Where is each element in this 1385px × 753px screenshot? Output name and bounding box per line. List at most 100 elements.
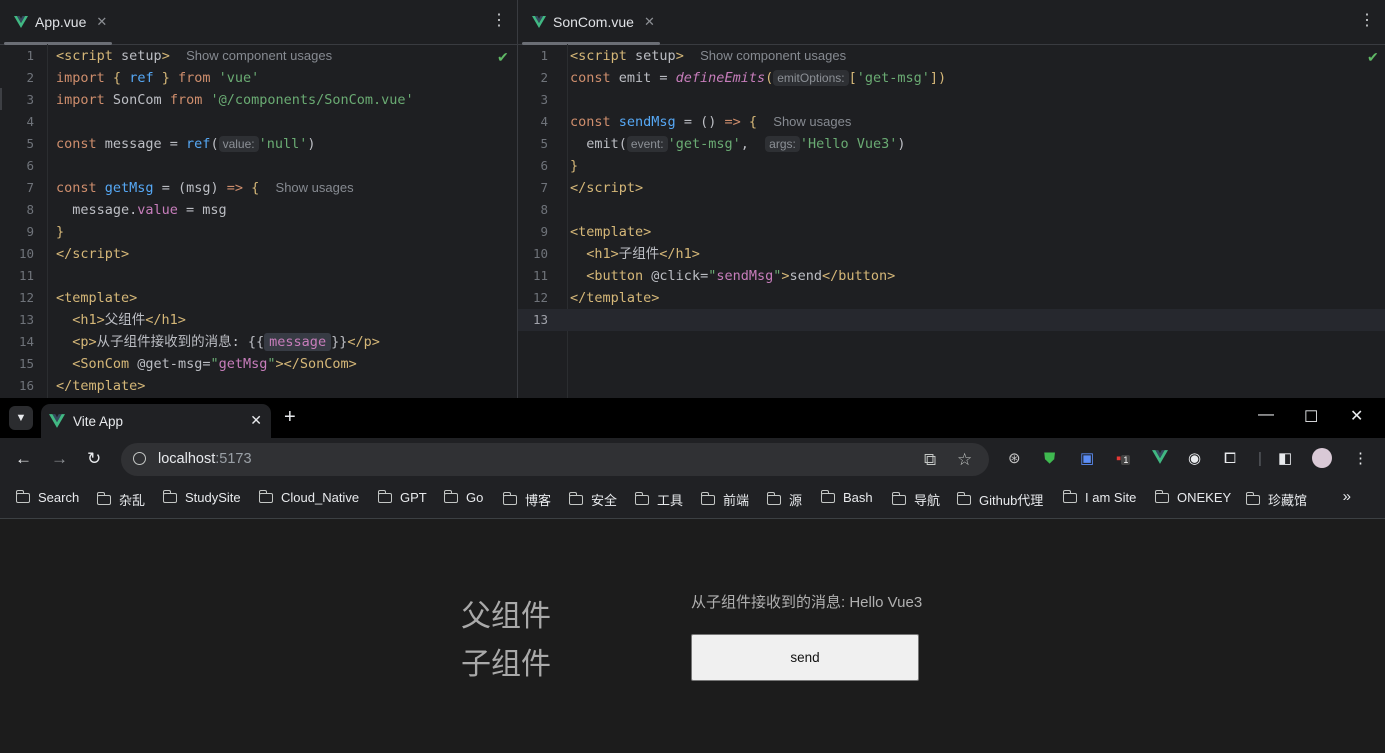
code-line: 2 import { ref } from 'vue' xyxy=(26,70,260,86)
tab-soncom-vue[interactable]: SonCom.vue ✕ xyxy=(522,0,665,43)
parent-heading: 父组件 xyxy=(461,599,551,634)
code-line: 5 const message = ref(value:'null') xyxy=(26,136,316,152)
code-line: 2 const emit = defineEmits(emitOptions: ['… xyxy=(540,70,947,86)
ide-window: App.vue ✕ ⋮ ✔ 1 <script setup> Show compo… xyxy=(0,0,1385,398)
vue-icon xyxy=(532,15,546,28)
new-tab-icon[interactable]: + xyxy=(284,406,296,428)
bookmark-folder[interactable]: 导航 xyxy=(891,490,940,509)
editor-tabbar-right: SonCom.vue ✕ ⋮ xyxy=(518,0,1385,45)
code-line: 14 <p>从子组件接收到的消息: {{message}}</p> xyxy=(18,333,380,351)
tab-title: Vite App xyxy=(73,413,124,429)
tab-app-vue[interactable]: App.vue ✕ xyxy=(4,0,117,43)
folder-icon xyxy=(502,491,517,505)
side-panel-icon[interactable]: ◧ xyxy=(1278,450,1292,468)
send-button[interactable]: send xyxy=(691,634,919,681)
code-vision-hint[interactable]: Show usages xyxy=(276,180,354,195)
code-line: 6 xyxy=(26,158,34,173)
bitwarden-extension-icon[interactable]: ▣ xyxy=(1080,450,1094,468)
back-arrow-icon[interactable]: ← xyxy=(15,450,32,468)
code-line: 15 <SonCom @get-msg="getMsg"></SonCom> xyxy=(18,356,357,372)
folder-icon xyxy=(1062,489,1077,503)
notification-extension-icon[interactable]: ▪ 1 xyxy=(1116,450,1131,469)
parameter-inlay: emitOptions: xyxy=(773,70,849,86)
bookmark-folder[interactable]: 工具 xyxy=(634,490,683,509)
bookmark-folder[interactable]: GPT xyxy=(377,489,427,505)
profile-avatar[interactable] xyxy=(1312,448,1332,468)
minimize-icon[interactable]: — xyxy=(1258,406,1274,424)
address-bar[interactable]: localhost:5173 ⧉ ☆ xyxy=(121,443,989,476)
code-line: 11 <button @click="sendMsg">send</button… xyxy=(532,268,896,284)
translate-icon[interactable]: ⧉ xyxy=(924,450,936,470)
maximize-icon[interactable]: ☐ xyxy=(1304,407,1318,427)
folder-icon xyxy=(258,489,273,503)
editor-tabbar-left: App.vue ✕ ⋮ xyxy=(0,0,517,45)
vue-devtools-icon[interactable] xyxy=(1152,450,1168,469)
site-info-icon[interactable] xyxy=(133,452,146,465)
browser-tab-vite-app[interactable]: Vite App ✕ xyxy=(41,404,271,438)
bookmark-folder[interactable]: 安全 xyxy=(568,490,617,509)
code-vision-hint[interactable]: Show component usages xyxy=(700,48,846,63)
folder-icon xyxy=(1245,491,1260,505)
more-options-icon[interactable]: ⋮ xyxy=(1359,13,1375,29)
vue-icon xyxy=(14,15,28,28)
ring-extension-icon[interactable]: ◉ xyxy=(1188,450,1201,468)
code-line: 1 <script setup> Show component usages xyxy=(540,48,847,64)
editor-pane-soncom: SonCom.vue ✕ ⋮ ✔ 1 <script setup> Show co… xyxy=(518,0,1385,398)
code-line: 3 import SonCom from '@/components/SonCom… xyxy=(26,92,414,108)
folder-icon xyxy=(956,491,971,505)
folder-icon xyxy=(820,489,835,503)
window-close-icon[interactable]: ✕ xyxy=(1350,406,1363,426)
folder-icon xyxy=(162,489,177,503)
bookmark-folder[interactable]: 源 xyxy=(766,490,802,509)
parameter-inlay: event: xyxy=(626,136,668,152)
folder-icon xyxy=(96,491,111,505)
bookmark-folder[interactable]: Cloud_Native xyxy=(258,489,359,505)
bookmark-folder[interactable]: 珍藏馆 xyxy=(1245,490,1307,509)
bookmark-folder[interactable]: StudySite xyxy=(162,489,241,505)
code-editor-app[interactable]: 1 <script setup> Show component usages 2i… xyxy=(0,44,517,398)
code-line: 11 xyxy=(18,268,34,283)
shield-extension-icon[interactable]: ⛊ xyxy=(1044,450,1055,468)
close-tab-icon[interactable]: ✕ xyxy=(250,412,262,429)
code-vision-hint[interactable]: Show component usages xyxy=(186,48,332,63)
vue-favicon-icon xyxy=(49,414,65,428)
reload-icon[interactable]: ↻ xyxy=(87,450,101,468)
bookmark-folder[interactable]: ONEKEY xyxy=(1154,489,1231,505)
received-message: 从子组件接收到的消息: Hello Vue3 xyxy=(691,594,923,611)
puzzle-extensions-icon[interactable]: ⧠ xyxy=(1224,450,1236,468)
forward-arrow-icon[interactable]: → xyxy=(51,450,68,468)
folder-icon xyxy=(766,491,781,505)
code-vision-hint[interactable]: Show usages xyxy=(773,114,851,129)
tab-label: App.vue xyxy=(35,13,87,30)
code-line: 6} xyxy=(540,158,579,174)
code-line: 4 const sendMsg = () => { Show usages xyxy=(540,114,852,130)
code-line: 7 </script> xyxy=(540,180,644,196)
bookmark-folder[interactable]: 杂乱 xyxy=(96,490,145,509)
bookmark-folder[interactable]: I am Site xyxy=(1062,489,1136,505)
code-line: 9 <template> xyxy=(540,224,652,240)
bookmark-folder[interactable]: Github代理 xyxy=(956,490,1043,509)
folder-icon xyxy=(15,489,30,503)
folder-icon xyxy=(700,491,715,505)
code-line: 5 emit(event:'get-msg', args: 'Hello Vue3… xyxy=(540,136,906,152)
bookmark-folder[interactable]: 前端 xyxy=(700,490,749,509)
bookmark-folder[interactable]: Bash xyxy=(820,489,873,505)
chrome-menu-icon[interactable]: ⋮ xyxy=(1353,450,1368,468)
bookmark-folder[interactable]: Go xyxy=(443,489,483,505)
code-editor-soncom[interactable]: 1 <script setup> Show component usages 2c… xyxy=(518,44,1385,398)
tab-search-chevron-icon[interactable]: ▼ xyxy=(9,406,33,430)
bookmarks-bar: Search 杂乱 StudySite Cloud_Native GPT Go … xyxy=(0,480,1385,519)
close-icon[interactable]: ✕ xyxy=(644,14,655,30)
more-options-icon[interactable]: ⋮ xyxy=(491,13,507,29)
bookmark-folder[interactable]: Search xyxy=(15,489,79,505)
parameter-inlay: value: xyxy=(218,136,259,152)
extension-icon[interactable]: ⊛ xyxy=(1008,450,1021,468)
bookmarks-overflow-icon[interactable]: » xyxy=(1343,488,1351,505)
folder-icon xyxy=(634,491,649,505)
bookmark-star-icon[interactable]: ☆ xyxy=(957,450,972,470)
code-line: 1 <script setup> Show component usages xyxy=(26,48,333,64)
code-line: 12 <template> xyxy=(18,290,138,306)
browser-window: ▼ Vite App ✕ + — ☐ ✕ ← → ↻ localhost:517… xyxy=(0,398,1385,753)
close-icon[interactable]: ✕ xyxy=(96,14,107,30)
bookmark-folder[interactable]: 博客 xyxy=(502,490,551,509)
